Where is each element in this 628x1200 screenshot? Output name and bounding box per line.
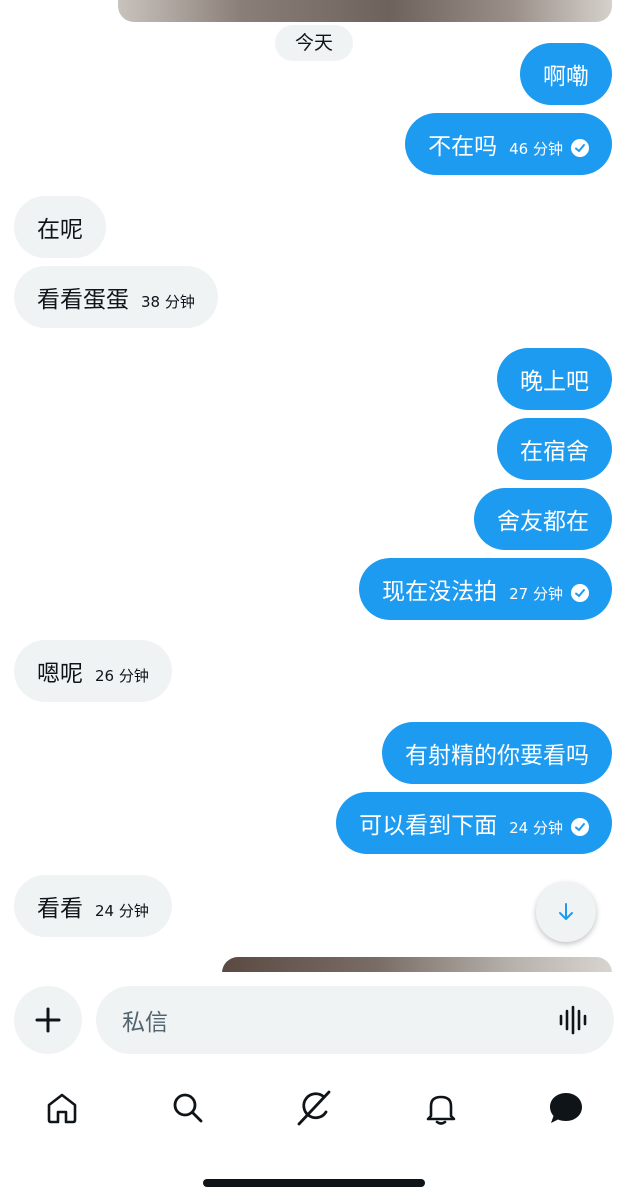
message-text: 看看蛋蛋 — [37, 287, 129, 313]
message-input[interactable]: 私信 — [96, 986, 614, 1054]
read-check-icon — [571, 818, 589, 836]
message-text: 舍友都在 — [497, 509, 589, 535]
waveform-icon[interactable] — [558, 1005, 588, 1035]
tab-search[interactable] — [168, 1088, 208, 1128]
message-timestamp: 24 分钟 — [95, 901, 149, 920]
message-bubble-outgoing[interactable]: 有射精的你要看吗 — [382, 722, 612, 784]
tab-home[interactable] — [42, 1088, 82, 1128]
grok-icon — [297, 1090, 331, 1126]
date-separator: 今天 — [275, 25, 353, 61]
message-text: 在宿舍 — [520, 439, 589, 465]
message-bubble-incoming[interactable]: 看看 24 分钟 — [14, 875, 172, 937]
message-timestamp: 27 分钟 — [509, 584, 563, 603]
message-text: 不在吗 — [428, 134, 498, 160]
message-text: 啊嘞 — [543, 64, 589, 90]
read-check-icon — [571, 139, 589, 157]
tab-messages[interactable] — [546, 1088, 586, 1128]
message-bubble-incoming[interactable]: 嗯呢 26 分钟 — [14, 640, 172, 702]
message-bubble-outgoing[interactable]: 啊嘞 — [520, 43, 612, 105]
message-timestamp: 46 分钟 — [509, 139, 563, 158]
tab-grok[interactable] — [294, 1088, 334, 1128]
bell-icon — [426, 1095, 456, 1125]
search-icon — [173, 1093, 203, 1123]
message-text: 可以看到下面 — [359, 813, 498, 839]
read-check-icon — [571, 584, 589, 602]
message-timestamp: 38 分钟 — [141, 292, 195, 311]
message-bubble-outgoing[interactable]: 舍友都在 — [474, 488, 612, 550]
message-bubble-incoming[interactable]: 在呢 — [14, 196, 106, 258]
message-input-placeholder: 私信 — [122, 1010, 168, 1036]
message-text: 现在没法拍 — [382, 579, 498, 605]
add-attachment-button[interactable] — [14, 986, 82, 1054]
message-text: 有射精的你要看吗 — [405, 743, 589, 769]
message-text: 看看 — [37, 896, 83, 922]
message-bubble-outgoing[interactable]: 晚上吧 — [497, 348, 612, 410]
scroll-to-bottom-button[interactable] — [536, 882, 596, 942]
home-icon — [47, 1093, 77, 1124]
message-timestamp: 24 分钟 — [509, 818, 563, 837]
message-text: 嗯呢 — [37, 661, 83, 687]
message-bubble-outgoing[interactable]: 现在没法拍 27 分钟 — [359, 558, 612, 620]
media-image-top[interactable] — [118, 0, 612, 22]
message-bubble-incoming[interactable]: 看看蛋蛋 38 分钟 — [14, 266, 218, 328]
message-bubble-outgoing[interactable]: 可以看到下面 24 分钟 — [336, 792, 612, 854]
message-bubble-outgoing[interactable]: 在宿舍 — [497, 418, 612, 480]
tab-notifications[interactable] — [421, 1088, 461, 1128]
message-timestamp: 26 分钟 — [95, 666, 149, 685]
message-bubble-outgoing[interactable]: 不在吗 46 分钟 — [405, 113, 612, 175]
arrow-down-icon — [559, 903, 573, 920]
home-indicator — [203, 1179, 425, 1187]
message-icon — [550, 1093, 582, 1123]
message-text: 在呢 — [37, 217, 83, 243]
message-text: 晚上吧 — [520, 369, 589, 395]
plus-icon — [35, 1007, 61, 1033]
bottom-tab-bar — [0, 1078, 628, 1138]
